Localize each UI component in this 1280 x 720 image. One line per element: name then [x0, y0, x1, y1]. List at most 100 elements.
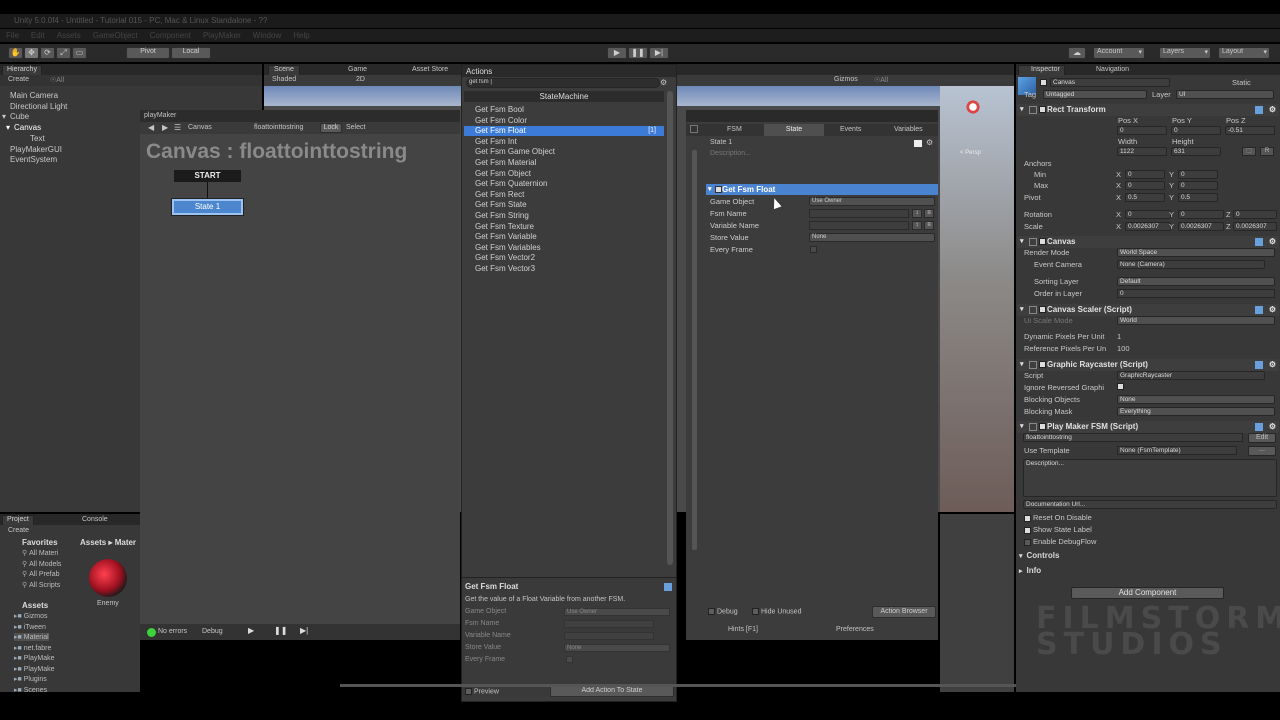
sorting-layer-dropdown[interactable]: Default — [1117, 277, 1275, 286]
controls-foldout[interactable]: ▾ Controls — [1019, 551, 1059, 560]
project-create[interactable]: Create — [8, 527, 29, 534]
action-list-item[interactable]: Get Fsm Quaternion — [464, 179, 664, 189]
action-header[interactable]: ▾ Get Fsm Float — [706, 184, 938, 195]
hierarchy-item[interactable]: PlayMakerGUI — [10, 145, 62, 154]
help-icon[interactable] — [1255, 306, 1263, 314]
settings-gear-icon[interactable]: ⚙ — [1269, 359, 1276, 371]
asset-folder-item[interactable]: ▸■ net.fabre — [14, 644, 51, 652]
menu-edit[interactable]: Edit — [31, 31, 45, 40]
rotv-z-field[interactable]: 0 — [1233, 210, 1277, 219]
active-checkbox[interactable] — [1040, 79, 1047, 86]
description-field[interactable]: Description... — [1023, 459, 1277, 497]
move-tool-button[interactable]: ✥ — [24, 47, 39, 59]
tab-asset-store[interactable]: Asset Store — [412, 66, 448, 73]
anchors-label[interactable]: Anchors — [1024, 159, 1052, 168]
scene-search[interactable]: ☉All — [874, 76, 888, 84]
pos-x-field[interactable]: 0 — [1117, 126, 1167, 135]
play-button[interactable]: ▶ — [607, 47, 627, 59]
object-selector[interactable]: Canvas — [188, 124, 212, 131]
reset-on-disable-toggle[interactable]: Reset On Disable — [1024, 513, 1092, 522]
dynamic-pixels-value[interactable]: 1 — [1117, 332, 1121, 341]
category-header[interactable]: StateMachine — [464, 91, 664, 102]
help-icon[interactable] — [1255, 238, 1263, 246]
settings-gear-icon[interactable]: ⚙ — [1269, 304, 1276, 316]
use-template-field[interactable]: None (FsmTemplate) — [1117, 446, 1237, 455]
ui-scale-mode-dropdown[interactable]: World — [1117, 316, 1275, 325]
tab-playmaker[interactable]: playMaker — [144, 112, 176, 119]
debug-dropdown[interactable]: Debug — [202, 628, 223, 635]
scale-tool-button[interactable]: ⤢ — [56, 47, 71, 59]
pivotv-x-field[interactable]: 0.5 — [1125, 193, 1165, 202]
state-panel-scroll[interactable] — [692, 150, 697, 550]
menu-playmaker[interactable]: PlayMaker — [203, 31, 241, 40]
asset-folder-item[interactable]: ▸■ Gizmos — [14, 612, 47, 620]
action-list-item[interactable]: Get Fsm Variable — [464, 232, 664, 242]
documentation-url-field[interactable]: Documentation Url... — [1023, 500, 1277, 509]
info-foldout[interactable]: ▸ Info — [1019, 566, 1041, 575]
variable-name-field[interactable] — [809, 221, 909, 230]
fold-arrow-icon[interactable]: ▸ — [1019, 568, 1023, 575]
favorite-item[interactable]: ⚲ All Scripts — [22, 581, 60, 589]
fsm-name-menu-icon[interactable]: ≡ — [924, 209, 934, 218]
action-list-item[interactable]: Get Fsm Game Object — [464, 147, 664, 157]
blueprint-mode-button[interactable]: ⬚ — [1242, 147, 1256, 156]
tab-inspector[interactable]: Inspector — [1018, 65, 1065, 75]
action-list-item[interactable]: Get Fsm String — [464, 211, 664, 221]
hierarchy-item[interactable]: Main Camera — [10, 91, 58, 100]
menu-assets[interactable]: Assets — [57, 31, 81, 40]
rotv-y-field[interactable]: 0 — [1178, 210, 1224, 219]
static-toggle[interactable]: Static — [1232, 78, 1251, 87]
hierarchy-create[interactable]: Create — [8, 76, 29, 83]
state-node[interactable]: State 1 — [171, 198, 244, 216]
menu-help[interactable]: Help — [293, 31, 309, 40]
tab-fsm[interactable]: FSM — [727, 126, 742, 133]
favorite-item[interactable]: ⚲ All Models — [22, 560, 61, 568]
raw-edit-button[interactable]: R — [1260, 147, 1274, 156]
tab-state[interactable]: State — [764, 124, 824, 136]
asset-folder-item[interactable]: ▸■ PlayMake — [14, 665, 54, 673]
scene-gizmo-icon[interactable] — [960, 94, 986, 120]
hints-button[interactable]: Hints [F1] — [728, 626, 758, 633]
help-icon[interactable] — [1255, 361, 1263, 369]
canvas-scaler-header[interactable]: ▾ Canvas Scaler (Script) ⚙ — [1017, 304, 1279, 316]
maxv-x-field[interactable]: 0 — [1125, 181, 1165, 190]
add-component-button[interactable]: Add Component — [1071, 587, 1224, 599]
fold-arrow-icon[interactable]: ▾ — [1019, 553, 1023, 560]
fold-arrow-icon[interactable]: ▾ — [1020, 421, 1024, 433]
debug-checkbox[interactable] — [708, 608, 715, 615]
account-dropdown[interactable]: Account — [1093, 47, 1145, 59]
hand-tool-button[interactable]: ✋ — [8, 47, 23, 59]
preferences-button[interactable]: Preferences — [836, 626, 874, 633]
rect-tool-button[interactable]: ▭ — [72, 47, 87, 59]
hide-unused-checkbox[interactable] — [752, 608, 759, 615]
layers-dropdown[interactable]: Layers — [1159, 47, 1211, 59]
layer-dropdown[interactable]: UI — [1176, 90, 1274, 99]
actions-search-input[interactable]: get fsm | — [466, 78, 660, 88]
fold-arrow-icon[interactable]: ▾ — [1020, 104, 1024, 116]
variable-name-var-icon[interactable]: ↕ — [912, 221, 922, 230]
blocking-objects-dropdown[interactable]: None — [1117, 395, 1275, 404]
graph-pause-icon[interactable]: ❚❚ — [274, 626, 287, 635]
order-in-layer-field[interactable]: 0 — [1117, 289, 1275, 298]
step-button[interactable]: ▶| — [649, 47, 669, 59]
minv-x-field[interactable]: 0 — [1125, 170, 1165, 179]
scalev-y-field[interactable]: 0.0026307 — [1178, 222, 1224, 231]
action-list-item[interactable]: Get Fsm Int — [464, 137, 664, 147]
tag-dropdown[interactable]: Untagged — [1043, 90, 1147, 99]
object-name-field[interactable]: Canvas — [1050, 78, 1170, 87]
actions-scrollbar[interactable] — [667, 91, 673, 565]
asset-folder-item[interactable]: ▸■ PlayMake — [14, 654, 54, 662]
pivotv-y-field[interactable]: 0.5 — [1178, 193, 1218, 202]
minv-y-field[interactable]: 0 — [1178, 170, 1218, 179]
state-name-field[interactable]: State 1 — [710, 139, 732, 146]
event-camera-field[interactable]: None (Camera) — [1117, 260, 1265, 269]
assets-heading[interactable]: Assets — [22, 601, 48, 610]
width-field[interactable]: 1122 — [1117, 147, 1167, 156]
nav-forward-icon[interactable]: ▶ — [162, 123, 168, 132]
settings-gear-icon[interactable]: ⚙ — [1269, 421, 1276, 433]
action-list-item[interactable]: Get Fsm State — [464, 200, 664, 210]
expand-arrow-icon[interactable]: ▾ — [6, 123, 10, 132]
settings-gear-icon[interactable]: ⚙ — [1269, 104, 1276, 116]
edit-button[interactable]: Edit — [1248, 433, 1276, 443]
state-description[interactable]: Description... — [710, 150, 751, 157]
